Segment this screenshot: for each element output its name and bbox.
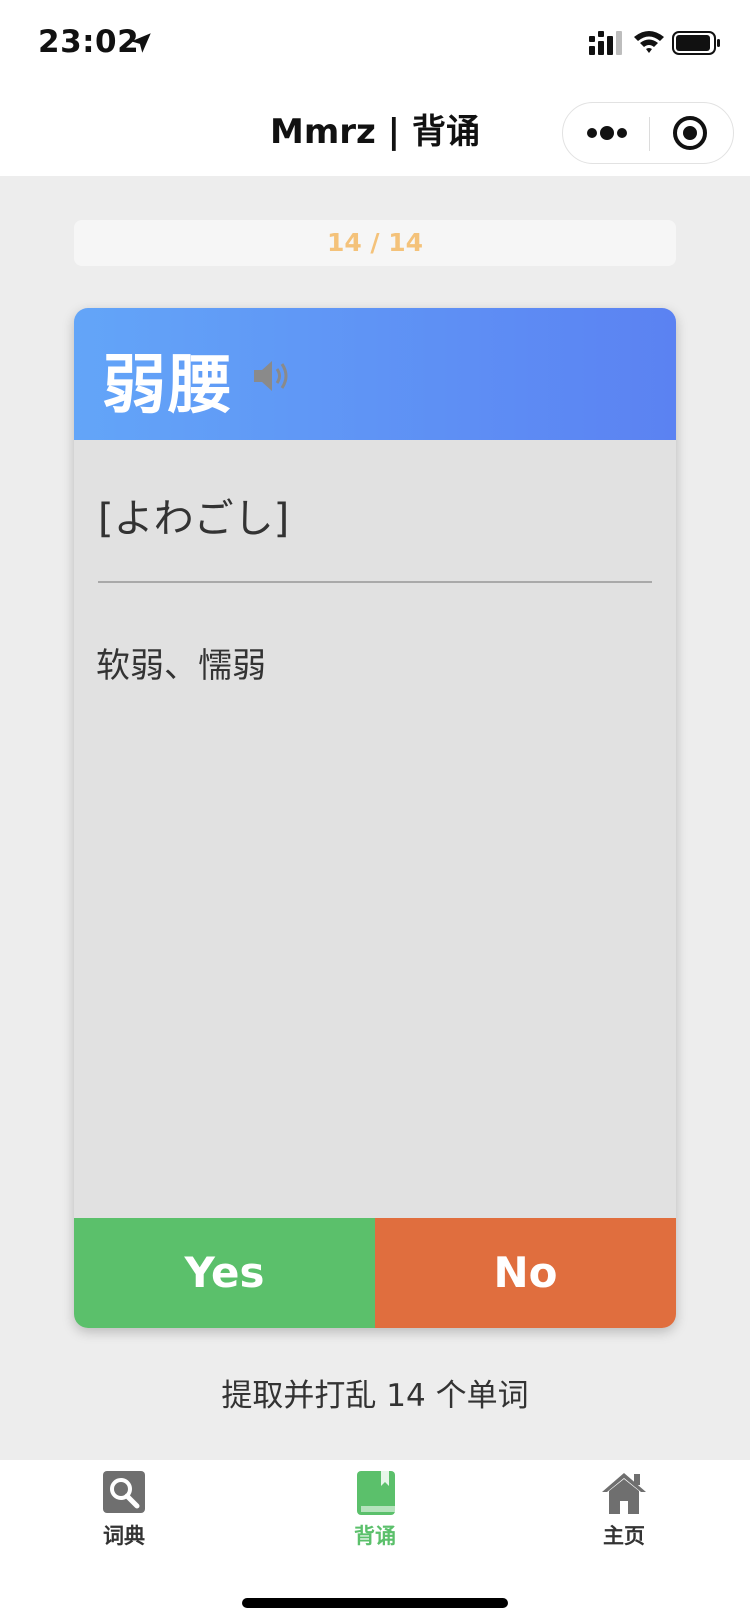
tab-bar: 词典 背诵 主页 (0, 1460, 750, 1624)
card-header: 弱腰 (74, 308, 676, 440)
reading-text: [よわごし] (98, 496, 290, 542)
tab-label: 背诵 (354, 1524, 396, 1548)
wifi-icon (634, 31, 664, 53)
meaning-text: 软弱、懦弱 (96, 646, 266, 686)
status-bar: 23:02 (0, 0, 750, 88)
nav-bar: Mmrz | 背诵 (0, 88, 750, 176)
home-indicator (242, 1598, 508, 1608)
tab-recite[interactable]: 背诵 (315, 1470, 435, 1560)
location-arrow-icon (131, 33, 151, 53)
tab-label: 主页 (603, 1524, 645, 1548)
book-icon (357, 1471, 395, 1515)
home-icon (602, 1473, 646, 1514)
word-card: 弱腰 [よわごし] 软弱、懦弱 Yes No (74, 308, 676, 1328)
tab-home[interactable]: 主页 (564, 1470, 684, 1560)
progress-text: 14 / 14 (326, 228, 424, 257)
battery-icon (672, 31, 720, 55)
close-target-icon[interactable] (650, 103, 734, 163)
tab-dictionary[interactable]: 词典 (64, 1470, 184, 1560)
card-divider (98, 581, 652, 583)
search-icon (103, 1471, 145, 1513)
extract-shuffle-text[interactable]: 提取并打乱 14 个单词 (0, 1370, 750, 1415)
no-button[interactable]: No (375, 1218, 676, 1328)
word-text: 弱腰 (102, 349, 234, 423)
more-icon[interactable] (563, 103, 649, 163)
status-time: 23:02 (38, 24, 140, 60)
yes-button[interactable]: Yes (74, 1218, 375, 1328)
signal-icon (589, 31, 622, 55)
mini-program-capsule (562, 102, 734, 164)
tab-label: 词典 (103, 1524, 145, 1548)
progress-bar: 14 / 14 (74, 220, 676, 266)
speaker-icon[interactable] (250, 356, 294, 396)
